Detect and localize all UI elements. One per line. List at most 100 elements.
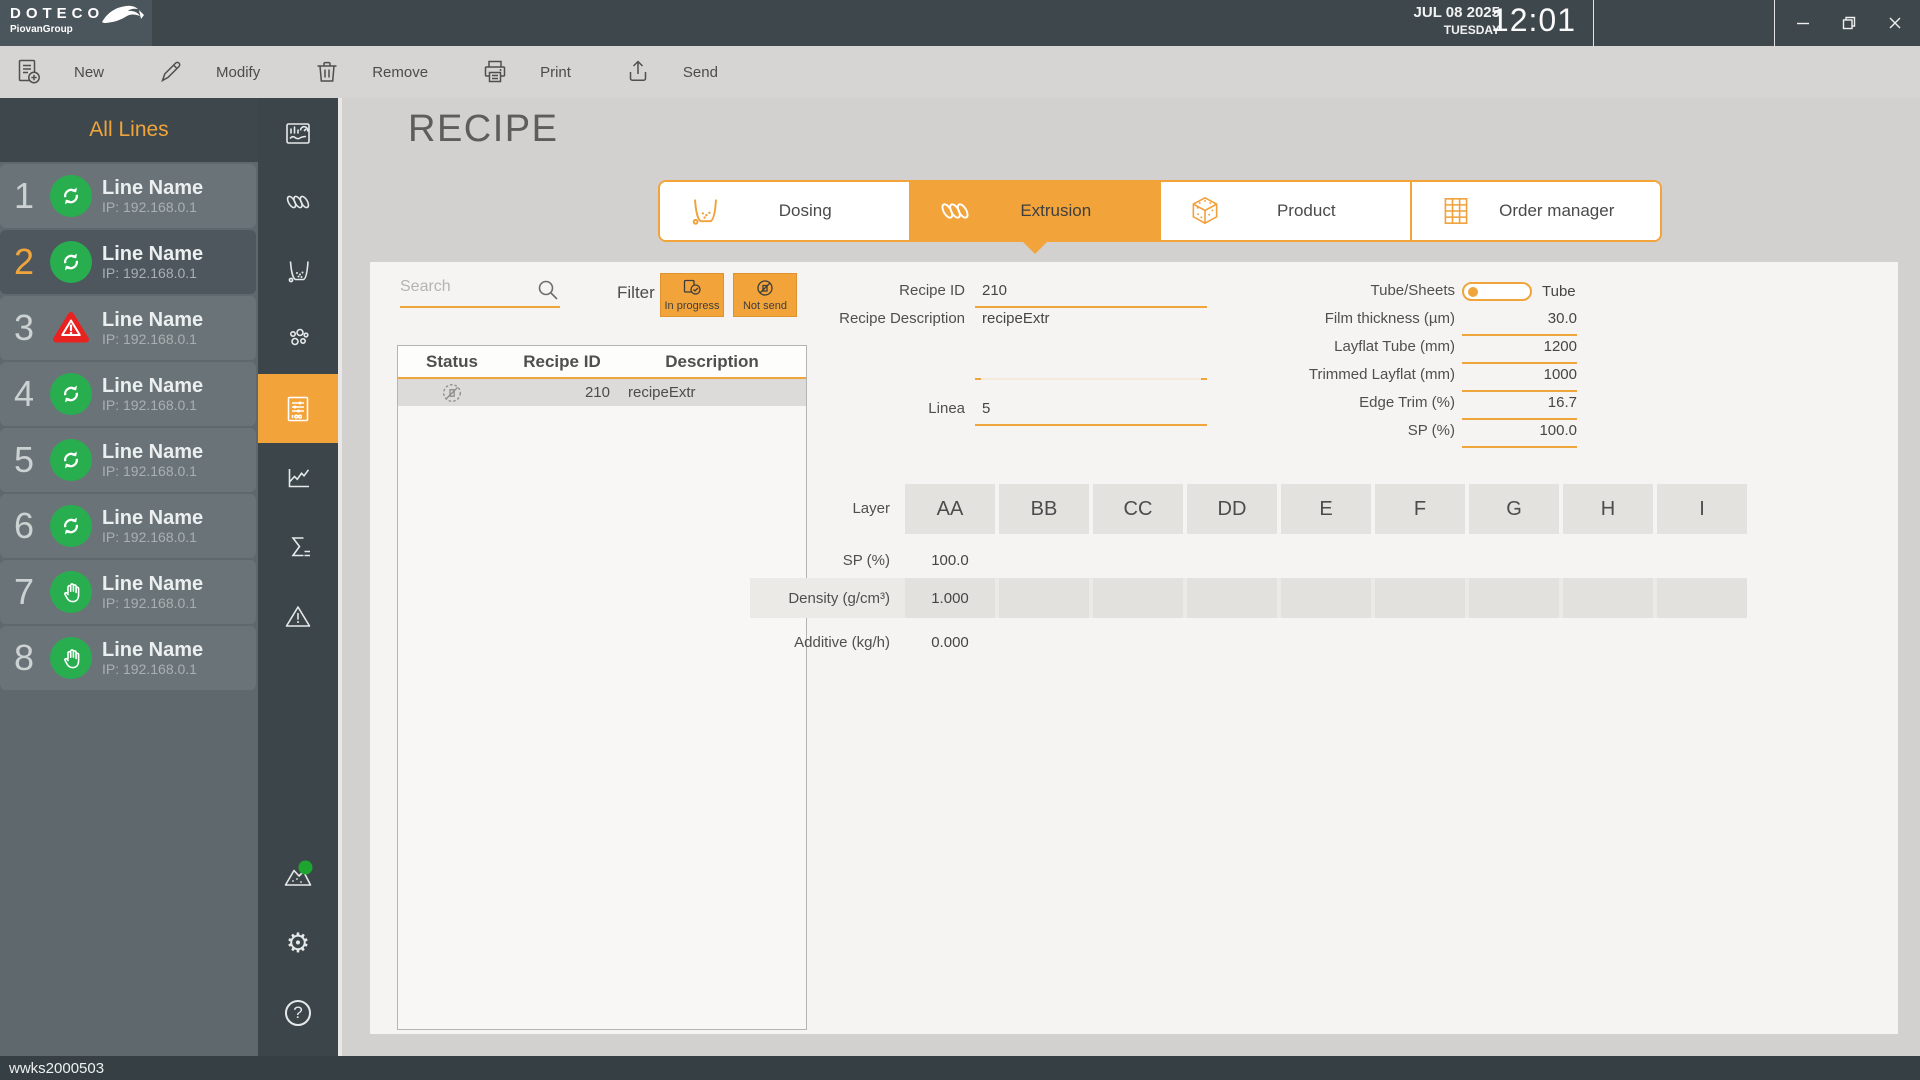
nav-trends[interactable] xyxy=(258,443,338,512)
density-CC-cell[interactable] xyxy=(1093,578,1183,618)
close-button[interactable] xyxy=(1872,0,1918,46)
recipe-icon xyxy=(283,394,313,424)
line-name: Line Name xyxy=(102,375,204,397)
line-ip: IP: 192.168.0.1 xyxy=(102,397,197,413)
tab-product[interactable]: Product xyxy=(1159,182,1410,240)
search-input[interactable] xyxy=(400,272,528,302)
layflat-tube-value[interactable]: 1200 xyxy=(1462,338,1577,355)
help-icon: ? xyxy=(285,999,311,1026)
linea-underline xyxy=(975,424,1207,426)
col-status: Status xyxy=(426,351,478,371)
line-number: 6 xyxy=(13,505,35,546)
layer-corner-label: Layer xyxy=(852,500,890,517)
tube-sheets-label: Tube/Sheets xyxy=(1370,282,1456,299)
new-document-icon xyxy=(14,57,44,87)
restore-button[interactable] xyxy=(1826,0,1872,46)
sp-AA-value[interactable]: 100.0 xyxy=(905,552,995,569)
density-BB-cell[interactable] xyxy=(999,578,1089,618)
linea-value[interactable]: 5 xyxy=(982,400,990,417)
nav-dosing[interactable] xyxy=(258,236,338,305)
day-text: TUESDAY xyxy=(1443,23,1500,37)
line-item-6[interactable]: 6 Line Name IP: 192.168.0.1 xyxy=(0,494,256,558)
date-text: JUL 08 2025 xyxy=(1413,4,1500,21)
line-ip: IP: 192.168.0.1 xyxy=(102,595,197,611)
line-ip: IP: 192.168.0.1 xyxy=(102,529,197,545)
sp-total-underline xyxy=(1462,446,1577,448)
line-item-5[interactable]: 5 Line Name IP: 192.168.0.1 xyxy=(0,428,256,492)
line-name: Line Name xyxy=(102,243,204,265)
extruder-screws-icon xyxy=(283,187,313,217)
line-number: 7 xyxy=(13,571,35,612)
line-item-7[interactable]: 7 Line Name IP: 192.168.0.1 xyxy=(0,560,256,624)
tab-extrusion-active[interactable]: Extrusion xyxy=(908,182,1159,254)
remove-button[interactable]: Remove xyxy=(312,46,428,98)
line-item-2-selected[interactable]: 2 Line Name IP: 192.168.0.1 xyxy=(0,230,256,294)
dolphin-logo-icon xyxy=(100,2,146,32)
sync-status-icon xyxy=(50,175,92,217)
not-sent-status-icon xyxy=(441,382,463,404)
navigation-iconbar: ⚙ ? xyxy=(258,98,338,1056)
col-description: Description xyxy=(665,351,759,371)
iconbar-spacer xyxy=(258,650,338,849)
line-ip: IP: 192.168.0.1 xyxy=(102,265,197,281)
nav-overview[interactable] xyxy=(258,98,338,167)
density-F-cell[interactable] xyxy=(1375,578,1465,618)
search-icon[interactable] xyxy=(536,278,560,302)
nav-alarms[interactable] xyxy=(258,581,338,650)
sync-status-icon xyxy=(50,505,92,547)
additive-AA-value[interactable]: 0.000 xyxy=(905,634,995,651)
density-G-cell[interactable] xyxy=(1469,578,1559,618)
tube-sheets-toggle[interactable] xyxy=(1462,282,1532,301)
tab-order-manager[interactable]: Order manager xyxy=(1409,182,1660,240)
nav-reports[interactable] xyxy=(258,512,338,581)
density-I-cell[interactable] xyxy=(1657,578,1747,618)
recipe-id-value[interactable]: 210 xyxy=(982,282,1007,299)
new-button[interactable]: New xyxy=(14,46,104,98)
send-button[interactable]: Send xyxy=(623,46,718,98)
toggle-knob xyxy=(1468,286,1478,297)
nav-extrusion[interactable] xyxy=(258,167,338,236)
modify-button[interactable]: Modify xyxy=(156,46,260,98)
tab-dosing[interactable]: Dosing xyxy=(660,182,909,240)
edge-trim-underline xyxy=(1462,418,1577,420)
nav-settings[interactable]: ⚙ xyxy=(258,918,338,987)
density-E-cell[interactable] xyxy=(1281,578,1371,618)
manual-hand-status-icon xyxy=(50,637,92,679)
density-DD-cell[interactable] xyxy=(1187,578,1277,618)
page-title: RECIPE xyxy=(408,108,559,150)
line-ip: IP: 192.168.0.1 xyxy=(102,199,197,215)
nav-recipe-active[interactable] xyxy=(258,374,338,443)
film-thickness-value[interactable]: 30.0 xyxy=(1462,310,1577,327)
sp-total-value[interactable]: 100.0 xyxy=(1462,422,1577,439)
density-AA-cell[interactable]: 1.000 xyxy=(905,578,995,618)
layer-col-CC: CC xyxy=(1093,484,1183,534)
layer-col-BB: BB xyxy=(999,484,1089,534)
edge-trim-value[interactable]: 16.7 xyxy=(1462,394,1577,411)
nav-pellets[interactable] xyxy=(258,305,338,374)
line-item-3[interactable]: 3 Line Name IP: 192.168.0.1 xyxy=(0,296,256,360)
line-item-8[interactable]: 8 Line Name IP: 192.168.0.1 xyxy=(0,626,256,690)
nav-help[interactable]: ? xyxy=(258,987,338,1056)
status-text: wwks2000503 xyxy=(9,1059,105,1077)
minimize-button[interactable] xyxy=(1780,0,1826,46)
print-button[interactable]: Print xyxy=(480,46,571,98)
tab-order-manager-label: Order manager xyxy=(1499,201,1615,220)
sync-status-icon xyxy=(50,439,92,481)
recipe-table-header: Status Recipe ID Description xyxy=(398,346,806,379)
filter-label: Filter xyxy=(617,283,655,302)
modify-button-label: Modify xyxy=(216,63,261,81)
trimmed-layflat-value[interactable]: 1000 xyxy=(1462,366,1577,383)
recipe-description-value[interactable]: recipeExtr xyxy=(982,310,1050,327)
nav-materials[interactable] xyxy=(258,849,338,918)
col-recipe-id: Recipe ID xyxy=(523,351,601,371)
clock-date: JUL 08 2025 TUESDAY xyxy=(1414,4,1500,38)
line-name: Line Name xyxy=(102,639,204,661)
row-description: recipeExtr xyxy=(628,384,696,401)
all-lines-header[interactable]: All Lines xyxy=(0,98,258,162)
pencil-icon xyxy=(156,57,186,87)
dosing-hopper-icon xyxy=(283,256,313,286)
line-item-1[interactable]: 1 Line Name IP: 192.168.0.1 xyxy=(0,164,256,228)
density-H-cell[interactable] xyxy=(1563,578,1653,618)
title-bar: DOTECO PiovanGroup JUL 08 2025 TUESDAY 1… xyxy=(0,0,1920,46)
line-item-4[interactable]: 4 Line Name IP: 192.168.0.1 xyxy=(0,362,256,426)
